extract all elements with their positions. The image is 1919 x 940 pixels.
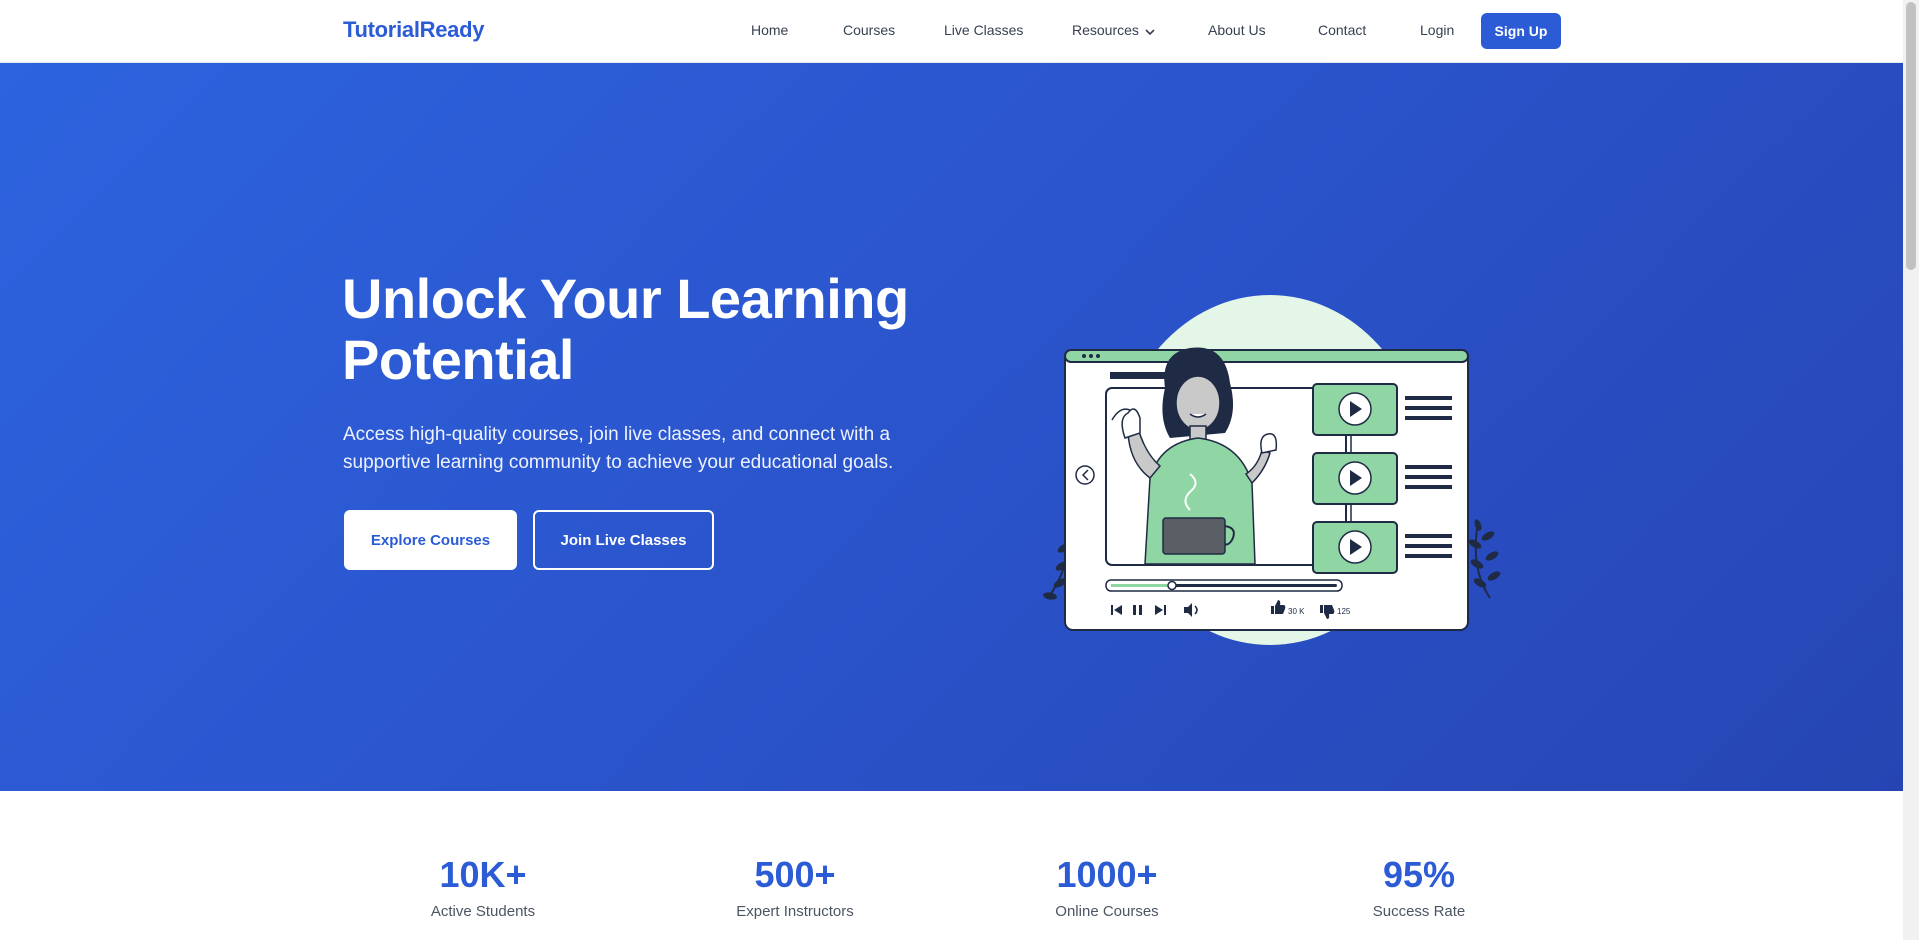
nav-courses[interactable]: Courses bbox=[843, 22, 895, 38]
chevron-down-icon bbox=[1145, 23, 1155, 39]
brand-logo[interactable]: TutorialReady bbox=[343, 17, 484, 43]
dislikes-count: 125 bbox=[1337, 607, 1351, 616]
stat-value: 95% bbox=[1382, 854, 1456, 895]
nav-about-us[interactable]: About Us bbox=[1208, 22, 1266, 38]
stat-label: Active Students bbox=[430, 903, 536, 920]
page-scrollbar[interactable] bbox=[1903, 0, 1919, 940]
nav-contact[interactable]: Contact bbox=[1318, 22, 1366, 38]
scrollbar-thumb[interactable] bbox=[1906, 2, 1916, 270]
stat-value: 1000+ bbox=[1056, 854, 1158, 895]
likes-count: 30 K bbox=[1288, 607, 1305, 616]
join-live-classes-button[interactable]: Join Live Classes bbox=[533, 510, 714, 570]
explore-courses-button[interactable]: Explore Courses bbox=[344, 510, 517, 570]
stat-expert-instructors: 500+ Expert Instructors bbox=[685, 854, 905, 921]
coffee-cup bbox=[1162, 517, 1226, 555]
stat-online-courses: 1000+ Online Courses bbox=[997, 854, 1217, 921]
nav-resources-label: Resources bbox=[1072, 22, 1139, 38]
hero-title: Unlock Your Learning Potential bbox=[342, 267, 909, 391]
video-progress-fill bbox=[1111, 584, 1172, 587]
hero-subtitle: Access high-quality courses, join live c… bbox=[343, 424, 894, 473]
stat-label: Online Courses bbox=[1055, 903, 1159, 920]
stat-value: 10K+ bbox=[439, 854, 527, 895]
stat-label: Expert Instructors bbox=[736, 903, 854, 920]
nav-live-classes[interactable]: Live Classes bbox=[944, 22, 1023, 38]
video-progress-knob[interactable] bbox=[1167, 580, 1177, 591]
login-link[interactable]: Login bbox=[1420, 22, 1454, 38]
top-navbar: TutorialReady Home Courses Live Classes … bbox=[0, 0, 1903, 63]
browser-titlebar bbox=[1064, 349, 1469, 363]
hero-section: Unlock Your Learning Potential Access hi… bbox=[0, 63, 1903, 791]
arrow-left-icon[interactable] bbox=[1075, 465, 1095, 485]
nav-resources[interactable]: Resources bbox=[1072, 22, 1155, 39]
stat-success-rate: 95% Success Rate bbox=[1309, 854, 1529, 921]
hero-illustration: 30 K 125 bbox=[1043, 295, 1501, 645]
stat-value: 500+ bbox=[754, 854, 836, 895]
nav-home[interactable]: Home bbox=[751, 22, 788, 38]
leaf-decoration-right bbox=[1468, 519, 1501, 599]
stat-label: Success Rate bbox=[1372, 903, 1466, 920]
signup-button[interactable]: Sign Up bbox=[1481, 13, 1561, 49]
stat-active-students: 10K+ Active Students bbox=[373, 854, 593, 921]
